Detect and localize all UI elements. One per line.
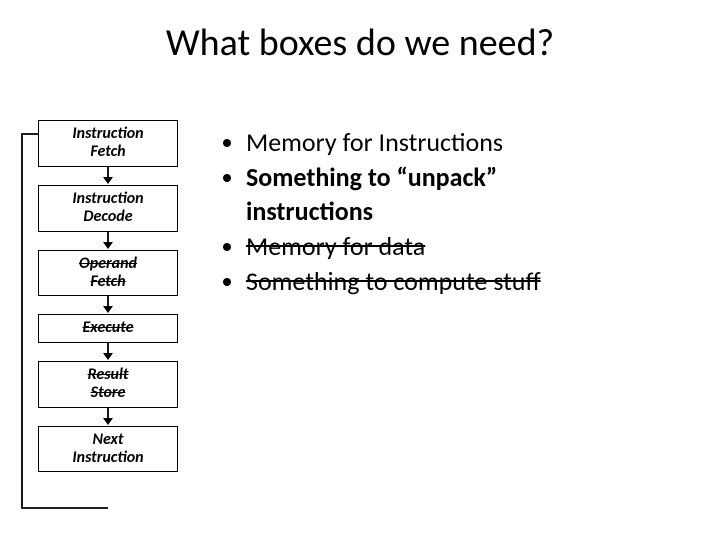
stage-label: Result (45, 366, 171, 384)
down-arrow-icon (38, 167, 178, 185)
slide-title: What boxes do we need? (0, 20, 720, 66)
bullet-item: Memory for Instructions (246, 126, 541, 159)
stage-result-store: Result Store (38, 361, 178, 408)
stage-label: Instruction (45, 190, 171, 208)
down-arrow-icon (38, 343, 178, 361)
bullet-text: Something to “unpack” (246, 161, 497, 193)
stage-label: Decode (45, 208, 171, 226)
bullet-text: instructions (246, 195, 373, 227)
bullet-item: Memory for data (246, 230, 541, 263)
down-arrow-icon (38, 408, 178, 426)
down-arrow-icon (38, 296, 178, 314)
stage-execute: Execute (38, 314, 178, 342)
stage-operand-fetch: Operand Fetch (38, 250, 178, 297)
stage-instruction-decode: Instruction Decode (38, 185, 178, 232)
stage-label: Next (45, 431, 171, 449)
bullet-text: Memory for data (246, 230, 425, 262)
bullet-list: Memory for Instructions Something to “un… (218, 126, 541, 300)
bullet-item: Something to “unpack” instructions (246, 161, 541, 228)
bullet-item: Something to compute stuff (246, 265, 541, 298)
stage-label: Instruction (45, 449, 171, 467)
stage-label: Operand (45, 255, 171, 273)
bullet-text: Something to compute stuff (246, 265, 541, 297)
down-arrow-icon (38, 232, 178, 250)
stage-next-instruction: Next Instruction (38, 426, 178, 473)
pipeline-flow: Instruction Fetch Instruction Decode Ope… (38, 120, 178, 472)
stage-label: Execute (45, 319, 171, 337)
bullet-text: Memory for Instructions (246, 126, 503, 158)
stage-label: Instruction (45, 125, 171, 143)
stage-label: Fetch (45, 273, 171, 291)
stage-label: Store (45, 384, 171, 402)
stage-instruction-fetch: Instruction Fetch (38, 120, 178, 167)
stage-label: Fetch (45, 143, 171, 161)
